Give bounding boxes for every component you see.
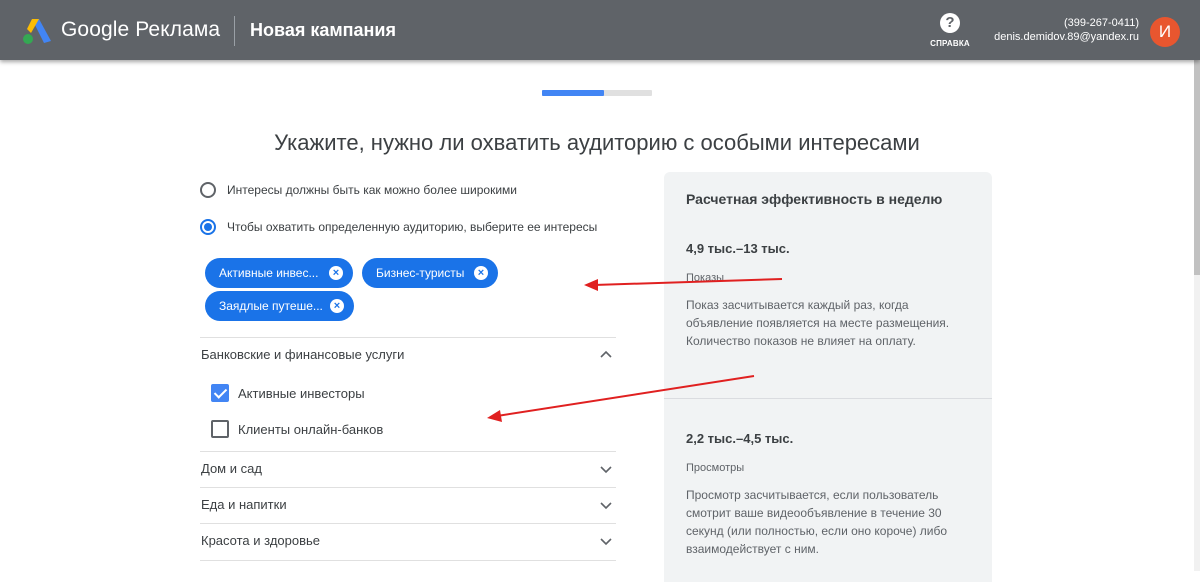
selected-interest-chip[interactable]: Заядлые путеше... × [205,291,354,321]
views-description: Просмотр засчитывается, если пользовател… [686,488,948,556]
remove-chip-icon[interactable]: × [330,299,344,313]
account-info[interactable]: (399-267-0411) denis.demidov.89@yandex.r… [994,16,1139,44]
chip-label: Заядлые путеше... [219,299,323,313]
panel-divider [664,398,992,399]
interest-option-online-banking[interactable]: Клиенты онлайн-банков [211,420,383,438]
interest-option-active-investors[interactable]: Активные инвесторы [211,384,365,402]
impressions-label: Показы [686,272,725,284]
radio-label: Интересы должны быть как можно более шир… [227,183,517,197]
step-progress-fill [542,90,604,96]
help-label: СПРАВКА [930,39,970,48]
remove-chip-icon[interactable]: × [474,266,488,280]
checkbox-label: Активные инвесторы [238,385,365,401]
selected-interest-chip[interactable]: Активные инвес... × [205,258,353,288]
radio-button[interactable] [200,219,216,235]
brand-name[interactable]: Google Реклама [61,18,220,42]
checkbox[interactable] [211,420,229,438]
panel-title: Расчетная эффективность в неделю [686,191,943,207]
impressions-range: 4,9 тыс.–13 тыс. [686,241,790,256]
google-ads-logo-icon [23,19,51,44]
selected-interest-chip[interactable]: Бизнес-туристы × [362,258,498,288]
radio-label: Чтобы охватить определенную аудиторию, в… [227,220,598,234]
views-range: 2,2 тыс.–4,5 тыс. [686,431,794,446]
help-icon: ? [940,13,960,33]
annotation-arrowhead [487,410,502,422]
category-home-garden[interactable]: Дом и сад [201,451,616,487]
weekly-performance-panel: Расчетная эффективность в неделю 4,9 тыс… [664,172,992,582]
checkbox-label: Клиенты онлайн-банков [238,421,384,437]
checkbox[interactable] [211,384,229,402]
scrollbar-thumb[interactable] [1194,60,1200,275]
page-title: Укажите, нужно ли охватить аудиторию с о… [274,130,920,155]
account-email: denis.demidov.89@yandex.ru [994,31,1139,43]
radio-broad-interests[interactable]: Интересы должны быть как можно более шир… [200,180,517,200]
step-progress-bar [542,90,652,96]
avatar[interactable]: И [1150,17,1180,47]
list-divider [200,560,616,561]
radio-button[interactable] [200,182,216,198]
top-app-bar: Google Реклама Новая кампания ? СПРАВКА … [0,0,1200,60]
category-label: Банковские и финансовые услуги [201,347,405,362]
help-button[interactable]: ? СПРАВКА [930,13,970,48]
header-divider [234,16,235,46]
page-heading: Новая кампания [250,20,396,40]
category-food-drinks[interactable]: Еда и напитки [201,487,616,523]
account-phone: (399-267-0411) [1063,17,1139,29]
views-label: Просмотры [686,462,745,474]
category-label: Еда и напитки [201,497,287,512]
chevron-down-icon[interactable] [600,535,612,547]
chevron-down-icon[interactable] [600,499,612,511]
chip-label: Активные инвес... [219,266,319,280]
chip-label: Бизнес-туристы [376,266,465,280]
radio-specific-interests[interactable]: Чтобы охватить определенную аудиторию, в… [200,217,597,237]
category-banking-finance[interactable]: Банковские и финансовые услуги [201,337,616,373]
category-beauty-health[interactable]: Красота и здоровье [201,523,616,559]
chevron-up-icon[interactable] [600,349,612,361]
remove-chip-icon[interactable]: × [329,266,343,280]
annotation-arrowhead [584,279,598,291]
category-label: Дом и сад [201,461,262,476]
impressions-description: Показ засчитывается каждый раз, когда об… [686,298,950,348]
category-label: Красота и здоровье [201,533,321,548]
page-scrollbar[interactable] [1194,60,1200,571]
chevron-down-icon[interactable] [600,463,612,475]
